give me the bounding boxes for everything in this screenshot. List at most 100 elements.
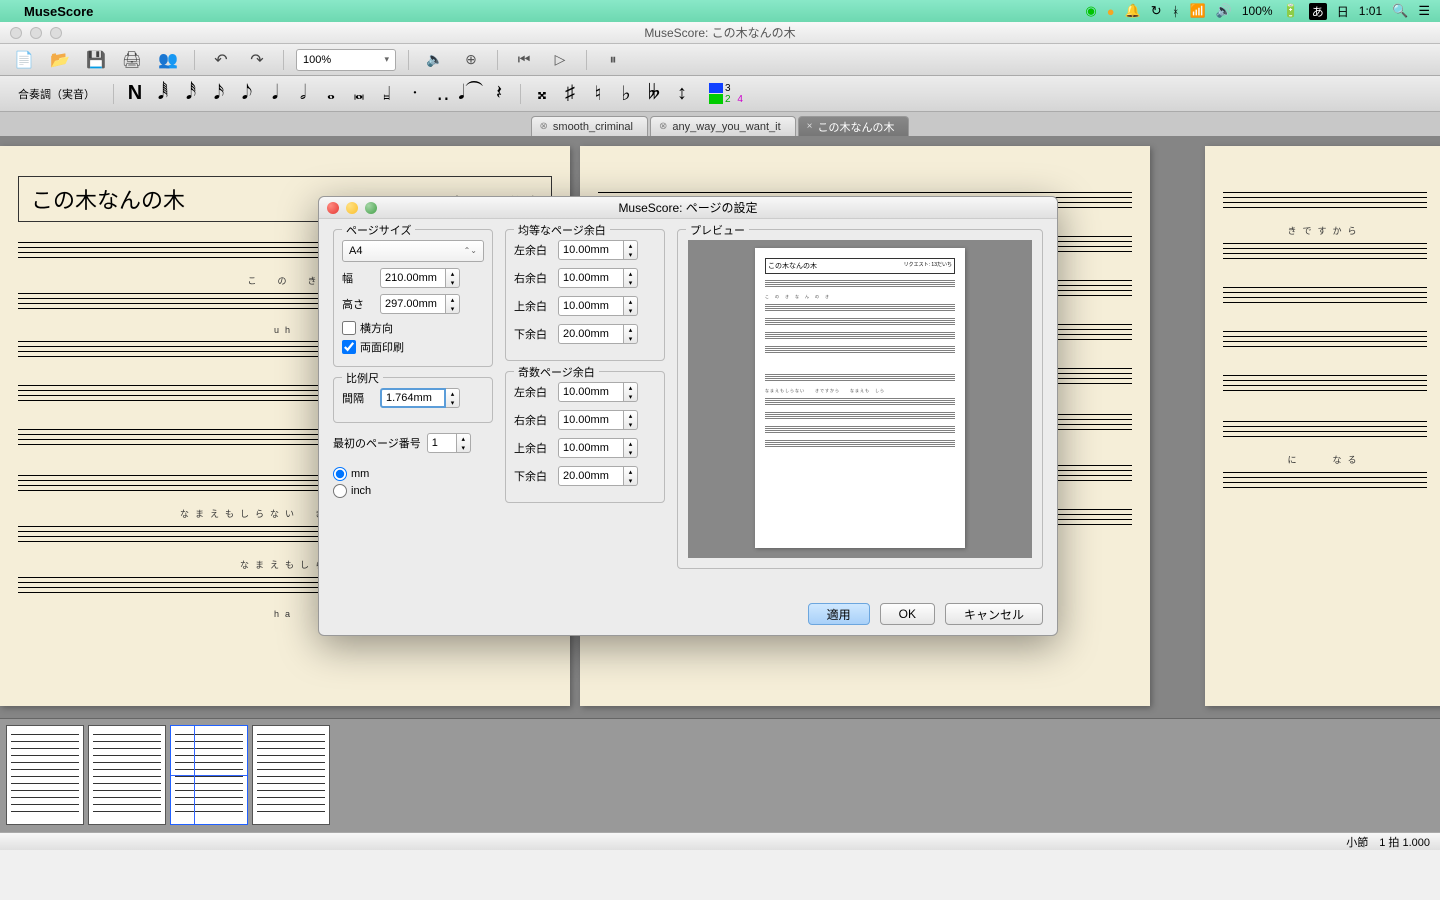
even-left-margin-input[interactable]: ▴▾ [558, 240, 638, 260]
note-half-icon[interactable]: 𝅗𝅥 [292, 82, 314, 106]
dialog-zoom-icon[interactable] [365, 202, 377, 214]
rewind-icon[interactable]: ⏮ [510, 48, 538, 72]
spacing-input[interactable]: ▴▾ [380, 388, 460, 408]
speaker-icon[interactable]: 🔈 [421, 48, 449, 72]
even-bottom-margin-input[interactable]: ▴▾ [558, 324, 638, 344]
tab-smooth-criminal[interactable]: ⊗smooth_criminal [531, 116, 648, 136]
width-input[interactable]: ▴▾ [380, 268, 460, 288]
preview-page: この木なんの木リクエスト: 13だいち こ の き な ん の き なまえもしら… [755, 248, 965, 548]
battery-percent[interactable]: 100% [1242, 4, 1273, 18]
ime-indicator[interactable]: あ [1309, 3, 1327, 20]
day-label[interactable]: 日 [1337, 3, 1349, 20]
separator [283, 50, 284, 70]
odd-bottom-margin-input[interactable]: ▴▾ [558, 466, 638, 486]
note-64th-icon[interactable]: 𝅘𝅥𝅱 [152, 82, 174, 106]
odd-left-margin-input[interactable]: ▴▾ [558, 382, 638, 402]
bluetooth-icon[interactable]: ᚼ [1172, 4, 1180, 19]
apply-button[interactable]: 適用 [808, 603, 870, 625]
dot-icon[interactable]: · [404, 82, 426, 106]
unit-mm-radio[interactable] [333, 467, 347, 481]
note-8th-icon[interactable]: 𝅘𝅥𝅮 [236, 82, 258, 106]
mm-label: mm [351, 468, 369, 480]
metronome-icon[interactable]: ⊕ [457, 48, 485, 72]
unit-inch-radio[interactable] [333, 484, 347, 498]
flip-icon[interactable]: ↕ [671, 82, 693, 106]
new-file-icon[interactable]: 📄 [10, 48, 38, 72]
app-menu[interactable]: MuseScore [24, 4, 93, 19]
close-icon[interactable]: × [807, 121, 813, 132]
close-window-icon[interactable] [10, 27, 22, 39]
dialog-minimize-icon[interactable] [346, 202, 358, 214]
voice-2[interactable] [709, 94, 723, 104]
main-toolbar: 📄 📂 💾 🖨 👥 ↶ ↷ 100% 🔈 ⊕ ⏮ ▷ ⏸ [0, 44, 1440, 76]
sharp-icon[interactable]: ♯ [559, 82, 581, 106]
two-sided-checkbox[interactable] [342, 340, 356, 354]
note-longa-icon[interactable]: 𝆷 [376, 82, 398, 106]
first-page-input[interactable]: ▴▾ [427, 433, 471, 453]
undo-icon[interactable]: ↶ [207, 48, 235, 72]
even-top-margin-input[interactable]: ▴▾ [558, 296, 638, 316]
zoom-select[interactable]: 100% [296, 49, 396, 71]
ok-button[interactable]: OK [880, 603, 935, 625]
tab-kono-ki[interactable]: ×この木なんの木 [798, 116, 910, 136]
preview-canvas: この木なんの木リクエスト: 13だいち こ の き な ん の き なまえもしら… [688, 240, 1032, 558]
note-breve-icon[interactable]: 𝅜 [348, 82, 370, 106]
natural-icon[interactable]: ♮ [587, 82, 609, 106]
landscape-checkbox[interactable] [342, 321, 356, 335]
double-dot-icon[interactable]: ‥ [432, 82, 454, 106]
thumbnail-page-1[interactable] [6, 725, 84, 825]
even-right-margin-input[interactable]: ▴▾ [558, 268, 638, 288]
open-file-icon[interactable]: 📂 [46, 48, 74, 72]
redo-icon[interactable]: ↷ [243, 48, 271, 72]
voice-1[interactable] [709, 83, 723, 93]
play-icon[interactable]: ▷ [546, 48, 574, 72]
wifi-icon[interactable]: 📶 [1190, 3, 1206, 19]
zoom-window-icon[interactable] [50, 27, 62, 39]
status-text: 小節 1 拍 1.000 [1346, 834, 1430, 850]
window-title: MuseScore: この木なんの木 [644, 24, 795, 41]
note-16th-icon[interactable]: 𝅘𝅥𝅯 [208, 82, 230, 106]
score-page-3[interactable]: きですから に なる [1205, 146, 1440, 706]
height-input[interactable]: ▴▾ [380, 294, 460, 314]
voice-selector[interactable]: 3 2 4 [709, 83, 743, 105]
page-format-select[interactable]: A4 [342, 240, 484, 262]
close-icon[interactable]: ⊗ [540, 121, 548, 132]
flat-icon[interactable]: ♭ [615, 82, 637, 106]
rest-icon[interactable]: 𝄽 [488, 82, 510, 106]
line-icon[interactable]: ◉ [1085, 3, 1096, 19]
separator [497, 50, 498, 70]
concert-pitch-button[interactable]: 合奏調（実音） [10, 86, 103, 102]
odd-right-margin-input[interactable]: ▴▾ [558, 410, 638, 430]
note-32nd-icon[interactable]: 𝅘𝅥𝅰 [180, 82, 202, 106]
double-sharp-icon[interactable]: 𝄪 [531, 82, 553, 106]
dialog-close-icon[interactable] [327, 202, 339, 214]
close-icon[interactable]: ⊗ [659, 121, 667, 132]
minimize-window-icon[interactable] [30, 27, 42, 39]
odd-top-margin-input[interactable]: ▴▾ [558, 438, 638, 458]
save-file-icon[interactable]: 💾 [82, 48, 110, 72]
separator [194, 50, 195, 70]
note-input-mode-icon[interactable]: N [124, 82, 146, 106]
cancel-button[interactable]: キャンセル [945, 603, 1043, 625]
tab-any-way-you-want-it[interactable]: ⊗any_way_you_want_it [650, 116, 796, 136]
thumbnail-page-3[interactable] [170, 725, 248, 825]
notification-badge-icon[interactable]: ● [1107, 4, 1115, 19]
bell-icon[interactable]: 🔔 [1125, 3, 1141, 19]
thumbnail-page-2[interactable] [88, 725, 166, 825]
volume-icon[interactable]: 🔊 [1216, 3, 1232, 19]
battery-icon[interactable]: 🔋 [1283, 3, 1299, 19]
community-icon[interactable]: 👥 [154, 48, 182, 72]
clock[interactable]: 1:01 [1359, 4, 1382, 18]
tie-icon[interactable]: 𝅘𝅥⁀ [460, 82, 482, 106]
group-label: 均等なページ余白 [514, 222, 610, 238]
loop-icon[interactable]: ⏸ [599, 48, 627, 72]
thumbnail-page-4[interactable] [252, 725, 330, 825]
menu-icon[interactable]: ☰ [1418, 3, 1430, 19]
note-whole-icon[interactable]: 𝅝 [320, 82, 342, 106]
double-flat-icon[interactable]: 𝄫 [643, 82, 665, 106]
spotlight-icon[interactable]: 🔍 [1392, 3, 1408, 19]
page-thumbnails[interactable] [0, 718, 1440, 832]
timemachine-icon[interactable]: ↻ [1151, 3, 1162, 19]
print-icon[interactable]: 🖨 [118, 48, 146, 72]
note-quarter-icon[interactable]: 𝅘𝅥 [264, 82, 286, 106]
